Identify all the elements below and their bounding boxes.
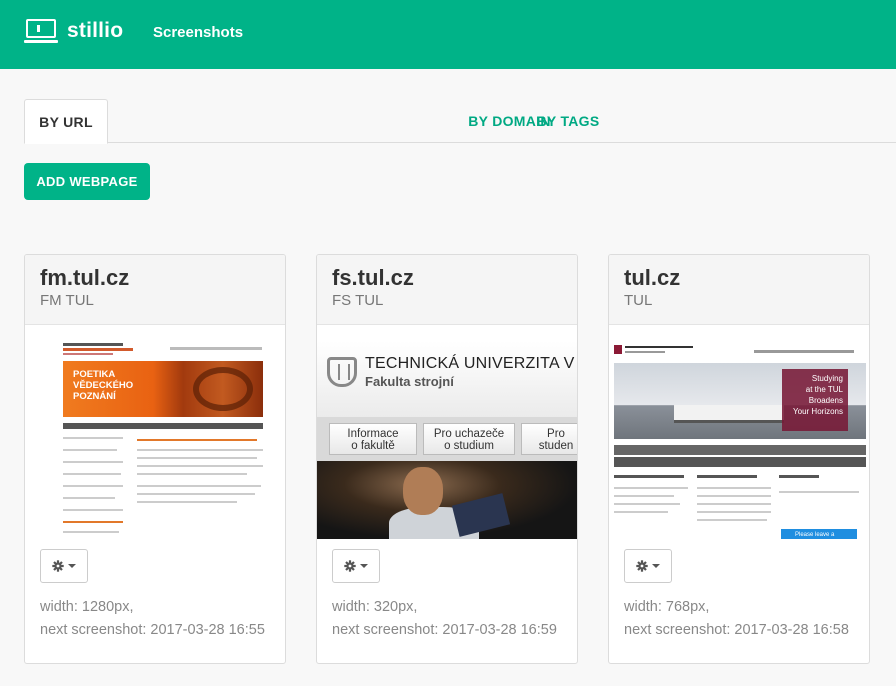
thumb-nav-text: Informace xyxy=(347,428,399,440)
thumb-nav-text: o fakultě xyxy=(351,440,395,452)
thumb-chat-widget: Please leave a message xyxy=(781,529,857,539)
thumb-nav-text: studen xyxy=(538,440,574,452)
card-settings-button[interactable] xyxy=(332,549,380,583)
thumb-banner-text: POZNÁNÍ xyxy=(73,391,116,402)
thumb-nav-text: Pro uchazeče xyxy=(433,428,505,440)
view-tabs: BY URL BY DOMAIN BY TAGS xyxy=(24,99,896,144)
card-title[interactable]: fm.tul.cz xyxy=(40,265,270,291)
caret-down-icon xyxy=(652,564,660,568)
thumb-site-faculty: Fakulta strojní xyxy=(365,374,454,389)
card-width: width: 768px, xyxy=(624,599,710,615)
caret-down-icon xyxy=(68,564,76,568)
caret-down-icon xyxy=(360,564,368,568)
thumb-banner-text: POETIKA xyxy=(73,369,116,380)
card-width: width: 1280px, xyxy=(40,599,134,615)
card-header: fs.tul.cz FS TUL xyxy=(317,255,577,325)
screenshot-thumbnail[interactable]: POETIKA VĚDECKÉHO POZNÁNÍ xyxy=(25,325,285,539)
brand-logo[interactable]: stillio xyxy=(24,18,123,45)
tab-by-tags[interactable]: BY TAGS xyxy=(240,99,896,143)
card-subtitle: FM TUL xyxy=(40,292,94,309)
screenshot-thumbnail[interactable]: TECHNICKÁ UNIVERZITA V LIBER Fakulta str… xyxy=(317,325,577,539)
thumb-photo xyxy=(317,461,577,539)
card-subtitle: TUL xyxy=(624,292,653,309)
add-webpage-button[interactable]: ADD WEBPAGE xyxy=(24,163,150,200)
card-next-screenshot: next screenshot: 2017-03-28 16:59 xyxy=(332,622,557,638)
thumb-site-name: TECHNICKÁ UNIVERZITA V LIBER xyxy=(365,355,577,372)
card-title[interactable]: fs.tul.cz xyxy=(332,265,562,291)
webpage-card: tul.cz TUL Studying at the TUL Broadens … xyxy=(608,254,870,664)
brand-name: stillio xyxy=(67,18,124,42)
card-header: tul.cz TUL xyxy=(609,255,869,325)
gear-icon xyxy=(52,560,64,572)
thumb-hero-text: at the TUL xyxy=(805,385,843,394)
thumb-hero-text: Broadens xyxy=(808,396,843,405)
card-settings-button[interactable] xyxy=(40,549,88,583)
card-header: fm.tul.cz FM TUL xyxy=(25,255,285,325)
card-settings-button[interactable] xyxy=(624,549,672,583)
gear-icon xyxy=(344,560,356,572)
card-width: width: 320px, xyxy=(332,599,418,615)
card-next-screenshot: next screenshot: 2017-03-28 16:58 xyxy=(624,622,849,638)
card-title[interactable]: tul.cz xyxy=(624,265,854,291)
card-next-screenshot: next screenshot: 2017-03-28 16:55 xyxy=(40,622,265,638)
thumb-hero-text: Your Horizons xyxy=(793,407,843,416)
tab-by-url[interactable]: BY URL xyxy=(24,99,108,144)
gear-icon xyxy=(636,560,648,572)
webpage-card: fm.tul.cz FM TUL POETIKA VĚDECKÉHO POZNÁ… xyxy=(24,254,286,664)
thumb-nav-text: o studium xyxy=(444,440,494,452)
screenshot-thumbnail[interactable]: Studying at the TUL Broadens Your Horizo… xyxy=(609,325,869,539)
webpage-card: fs.tul.cz FS TUL TECHNICKÁ UNIVERZITA V … xyxy=(316,254,578,664)
thumb-hero-text: Studying xyxy=(811,374,843,383)
thumb-nav-text: Pro xyxy=(547,428,565,440)
card-subtitle: FS TUL xyxy=(332,292,384,309)
thumb-banner-text: VĚDECKÉHO xyxy=(73,380,134,391)
laptop-icon xyxy=(24,18,58,45)
university-seal-icon xyxy=(327,357,357,387)
nav-screenshots-link[interactable]: Screenshots xyxy=(153,24,243,41)
top-navbar: stillio Screenshots xyxy=(0,0,896,69)
